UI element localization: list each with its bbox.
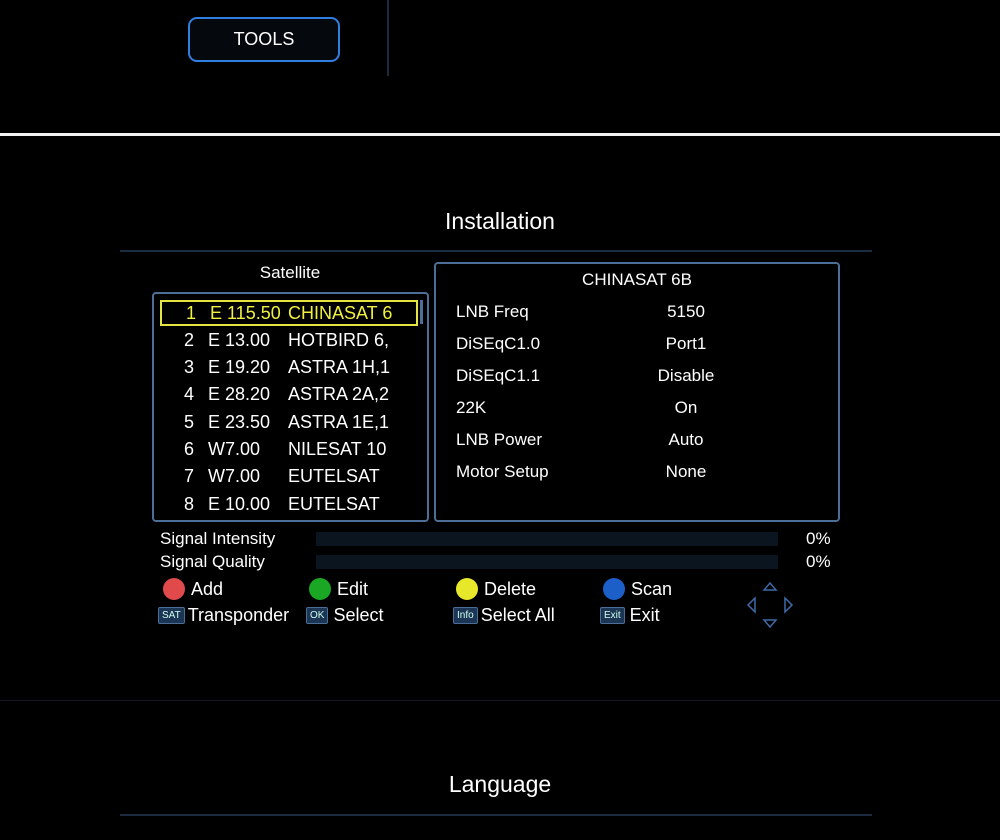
detail-row[interactable]: LNB Power Auto	[456, 430, 826, 450]
detail-row[interactable]: DiSEqC1.0 Port1	[456, 334, 826, 354]
satellite-num: 3	[184, 357, 195, 378]
satellite-pos: W7.00	[208, 466, 261, 487]
satellite-list-item[interactable]: 1 E 115.50 CHINASAT 6	[160, 300, 418, 326]
satellite-pos: E 23.50	[208, 411, 271, 432]
detail-label: Motor Setup	[456, 462, 549, 481]
divider	[120, 814, 872, 816]
satellite-pos: E 13.00	[208, 329, 271, 350]
detail-value[interactable]: On	[675, 398, 698, 418]
select-key[interactable]: OK Select	[306, 605, 383, 626]
satellite-list-item[interactable]: 4 E 28.20 ASTRA 2A,2	[160, 382, 418, 408]
satellite-name: ASTRA 1E,1	[288, 411, 390, 432]
detail-row[interactable]: LNB Freq 5150	[456, 302, 826, 322]
exit-key[interactable]: Exit Exit	[600, 605, 660, 626]
detail-value[interactable]: 5150	[667, 302, 705, 322]
satellite-num: 7	[184, 466, 195, 487]
select-all-key[interactable]: Info Select All	[453, 605, 555, 626]
satellite-name: ASTRA 1H,1	[288, 357, 391, 378]
sat-button-icon: SAT	[158, 607, 185, 624]
satellite-header: Satellite	[259, 263, 321, 282]
exit-label: Exit	[629, 605, 660, 625]
satellite-pos: E 19.20	[208, 357, 271, 378]
signal-quality-label: Signal Quality	[160, 552, 265, 571]
divider	[0, 133, 1000, 136]
satellite-name: NILESAT 10	[288, 439, 387, 459]
delete-label: Delete	[484, 578, 537, 599]
detail-label: 22K	[456, 398, 487, 417]
signal-intensity-value: 0%	[806, 529, 831, 548]
satellite-num: 8	[184, 493, 195, 514]
divider	[0, 700, 1000, 701]
satellite-list-item[interactable]: 5 E 23.50 ASTRA 1E,1	[160, 409, 418, 435]
satellite-name: ASTRA 2A,2	[288, 384, 390, 405]
language-title: Language	[448, 771, 552, 797]
satellite-num: 6	[184, 439, 195, 459]
signal-quality-bar	[316, 555, 778, 569]
detail-label: LNB Freq	[456, 302, 529, 321]
satellite-list-item[interactable]: 3 E 19.20 ASTRA 1H,1	[160, 355, 418, 381]
green-button-icon	[309, 578, 331, 600]
detail-value[interactable]: None	[666, 462, 707, 482]
satellite-name: HOTBIRD 6,	[288, 329, 390, 350]
edit-label: Edit	[337, 578, 369, 599]
satellite-pos: W7.00	[208, 439, 261, 459]
add-label: Add	[191, 578, 224, 599]
detail-label: DiSEqC1.1	[456, 366, 541, 385]
add-key[interactable]: Add	[163, 578, 223, 600]
satellite-name: CHINASAT 6	[288, 302, 393, 323]
divider	[120, 250, 872, 252]
detail-row[interactable]: Motor Setup None	[456, 462, 826, 482]
page-title: Installation	[445, 208, 555, 234]
divider	[387, 0, 389, 76]
tools-button[interactable]: TOOLS	[188, 17, 340, 62]
satellite-pos: E 115.50	[210, 302, 281, 323]
navigation-arrows-icon	[745, 580, 795, 630]
select-label: Select	[333, 605, 384, 625]
scrollbar[interactable]	[420, 300, 423, 324]
satellite-list-item[interactable]: 8 E 10.00 EUTELSAT	[160, 491, 418, 517]
scan-key[interactable]: Scan	[603, 578, 672, 600]
satellite-name: EUTELSAT	[288, 493, 380, 514]
signal-intensity-bar	[316, 532, 778, 546]
detail-value[interactable]: Auto	[669, 430, 704, 450]
detail-label: DiSEqC1.0	[456, 334, 541, 353]
satellite-detail-panel: CHINASAT 6B LNB Freq 5150 DiSEqC1.0 Port1 Di…	[434, 262, 840, 522]
exit-button-icon: Exit	[600, 607, 625, 624]
delete-key[interactable]: Delete	[456, 578, 536, 600]
detail-row[interactable]: 22K On	[456, 398, 826, 418]
satellite-list-item[interactable]: 7 W7.00 EUTELSAT	[160, 464, 418, 490]
transponder-key[interactable]: SAT Transponder	[158, 605, 289, 626]
satellite-list-item[interactable]: 6 W7.00 NILESAT 10	[160, 437, 418, 463]
satellite-num: 2	[184, 329, 195, 350]
satellite-list[interactable]: 1 E 115.50 CHINASAT 6 2 E 13.00 HOTBIRD 6, 3 E …	[152, 292, 429, 522]
signal-intensity-label: Signal Intensity	[160, 529, 276, 548]
satellite-num: 5	[184, 411, 195, 432]
transponder-label: Transponder	[187, 605, 290, 625]
select-all-label: Select All	[480, 605, 555, 625]
info-button-icon: Info	[453, 607, 478, 624]
scan-label: Scan	[631, 578, 673, 599]
edit-key[interactable]: Edit	[309, 578, 368, 600]
signal-quality-value: 0%	[806, 552, 831, 571]
detail-row[interactable]: DiSEqC1.1 Disable	[456, 366, 826, 386]
satellite-pos: E 10.00	[208, 493, 271, 514]
detail-value[interactable]: Disable	[658, 366, 715, 386]
detail-value[interactable]: Port1	[666, 334, 707, 354]
satellite-list-item[interactable]: 2 E 13.00 HOTBIRD 6,	[160, 327, 418, 353]
blue-button-icon	[603, 578, 625, 600]
detail-title: CHINASAT 6B	[582, 270, 692, 289]
satellite-num: 4	[184, 384, 195, 405]
satellite-num: 1	[186, 302, 197, 323]
ok-button-icon: OK	[306, 607, 329, 624]
satellite-name: EUTELSAT	[288, 466, 380, 487]
red-button-icon	[163, 578, 185, 600]
detail-label: LNB Power	[456, 430, 542, 449]
satellite-pos: E 28.20	[208, 384, 271, 405]
yellow-button-icon	[456, 578, 478, 600]
